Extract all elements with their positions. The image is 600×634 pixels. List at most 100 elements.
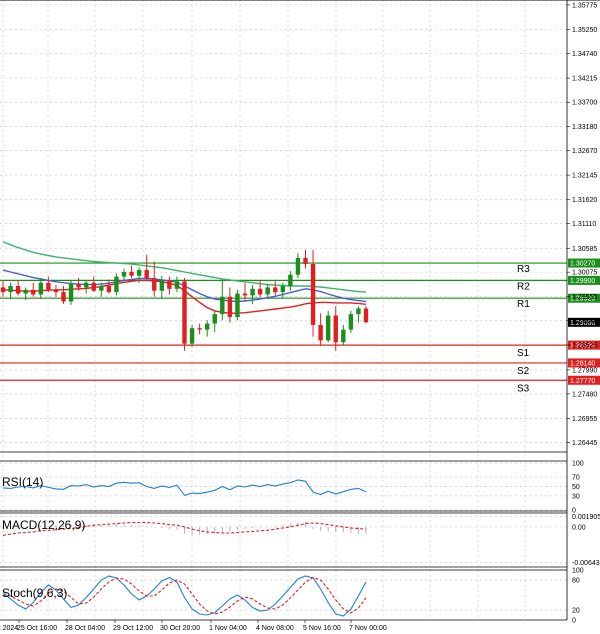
stoch-label: Stoch(9,6,3) <box>2 586 67 600</box>
candle-body-28 <box>212 314 217 324</box>
price-tick-label-18: 1.26445 <box>572 440 597 447</box>
candle-body-31 <box>235 293 240 317</box>
level-name-s2: S2 <box>517 366 530 377</box>
candle-body-14 <box>106 286 112 293</box>
candle-body-17 <box>129 271 134 276</box>
candle-body-19 <box>144 270 149 279</box>
candle-body-26 <box>197 328 202 330</box>
candle-body-44 <box>333 315 338 343</box>
trading-chart: R3 1.30270R2 1.29900R1 1.29520S11.28520S21.… <box>0 0 600 634</box>
candle-body-10 <box>76 284 81 288</box>
time-tick-label-2: 28 Oct 04:00 <box>65 625 105 632</box>
price-tick-label-14: 1.28525 <box>572 342 597 349</box>
price-tick-label-2: 1.34740 <box>572 51 597 58</box>
candle-body-18 <box>136 270 142 276</box>
price-tick-label-6: 1.32670 <box>572 148 597 155</box>
candle-body-32 <box>242 293 248 296</box>
price-tick-label-0: 1.35775 <box>572 2 597 9</box>
candle-body-36 <box>273 287 278 293</box>
candle-body-7 <box>53 289 59 293</box>
candle-body-22 <box>167 280 172 289</box>
price-tick-label-7: 1.32145 <box>572 173 597 180</box>
rsi-tick-label-0: 100 <box>572 461 584 468</box>
candle-body-41 <box>310 263 316 325</box>
level-name-s3: S3 <box>517 383 530 394</box>
price-tick-label-8: 1.31620 <box>572 197 597 204</box>
candle-body-38 <box>288 274 293 287</box>
candle-body-5 <box>38 282 44 295</box>
level-name-r1: R1 <box>517 299 530 310</box>
time-tick-label-0: 25 Oct 2024 <box>0 625 18 632</box>
candle-body-43 <box>325 315 331 341</box>
candle-body-25 <box>189 328 195 344</box>
price-tick-label-17: 1.26955 <box>572 416 597 423</box>
candle-body-46 <box>348 314 354 330</box>
candle-body-30 <box>227 296 233 317</box>
level-name-r2: R2 <box>517 281 530 292</box>
price-tick-label-13: 1.29040 <box>572 318 597 325</box>
rsi-tick-label-3: 30 <box>572 493 580 500</box>
candle-body-21 <box>159 280 165 291</box>
level-price-label-r2: 1.29900 <box>570 278 595 285</box>
rsi-label: RSI(14) <box>2 475 43 489</box>
candle-body-13 <box>99 286 104 291</box>
candle-body-37 <box>280 286 286 293</box>
time-tick-label-1: 25 Oct 16:00 <box>17 625 57 632</box>
candle-body-27 <box>204 323 210 330</box>
candle-body-20 <box>152 278 157 291</box>
macd-label: MACD(12,26,9) <box>2 518 85 532</box>
stoch-tick-label-1: 80 <box>572 578 580 585</box>
chart-background <box>0 0 600 634</box>
candle-body-6 <box>46 282 51 290</box>
candle-body-1 <box>8 286 13 293</box>
time-tick-label-5: 1 Nov 04:00 <box>209 625 247 632</box>
stoch-tick-label-3: 0 <box>572 618 576 625</box>
time-tick-label-6: 4 Nov 08:00 <box>256 625 294 632</box>
level-price-label-s3: 1.27770 <box>570 378 595 385</box>
candle-body-33 <box>250 288 255 296</box>
price-tick-label-4: 1.33700 <box>572 100 597 107</box>
candle-body-12 <box>91 282 96 291</box>
candle-body-3 <box>23 289 28 294</box>
price-tick-label-5: 1.33180 <box>572 124 597 131</box>
price-tick-label-15: 1.27990 <box>572 367 597 374</box>
candle-body-40 <box>303 257 308 264</box>
candle-body-34 <box>257 288 263 295</box>
stoch-tick-label-0: 100 <box>572 568 584 575</box>
candle-body-0 <box>0 287 6 293</box>
candle-body-48 <box>363 308 369 323</box>
price-tick-label-9: 1.31110 <box>572 221 596 228</box>
time-tick-label-8: 7 Nov 00:00 <box>349 625 387 632</box>
macd-tick-label-2: -0.00643 <box>572 560 600 567</box>
price-tick-label-16: 1.27480 <box>572 391 597 398</box>
candle-body-9 <box>68 284 74 302</box>
macd-tick-label-1: 0.00 <box>572 524 586 531</box>
candle-body-42 <box>318 324 323 341</box>
candle-body-35 <box>265 287 270 295</box>
candle-body-39 <box>295 257 301 275</box>
candle-body-15 <box>114 276 119 293</box>
time-tick-label-3: 29 Oct 12:00 <box>113 625 153 632</box>
price-tick-label-10: 1.30585 <box>572 246 597 253</box>
candle-body-11 <box>83 282 89 288</box>
candle-body-24 <box>182 281 187 344</box>
rsi-tick-label-2: 50 <box>572 484 580 491</box>
candle-body-16 <box>121 271 127 277</box>
candle-body-45 <box>341 329 346 343</box>
level-name-s1: S1 <box>517 348 530 359</box>
rsi-tick-label-1: 70 <box>572 475 580 482</box>
candle-body-47 <box>356 308 361 315</box>
time-tick-label-4: 30 Oct 20:00 <box>160 625 200 632</box>
price-tick-label-11: 1.30075 <box>572 270 597 277</box>
candle-body-29 <box>220 296 225 315</box>
candle-body-8 <box>61 292 66 302</box>
level-price-label-s2: 1.28140 <box>570 360 595 367</box>
candle-body-23 <box>174 281 180 289</box>
level-price-label-r3: 1.30270 <box>570 261 595 268</box>
candle-body-2 <box>15 286 21 294</box>
price-tick-label-12: 1.29555 <box>572 294 597 301</box>
time-tick-label-7: 5 Nov 16:00 <box>303 625 341 632</box>
macd-tick-label-0: 0.001905 <box>572 514 600 521</box>
stoch-tick-label-2: 20 <box>572 608 580 615</box>
level-name-r3: R3 <box>517 264 530 275</box>
